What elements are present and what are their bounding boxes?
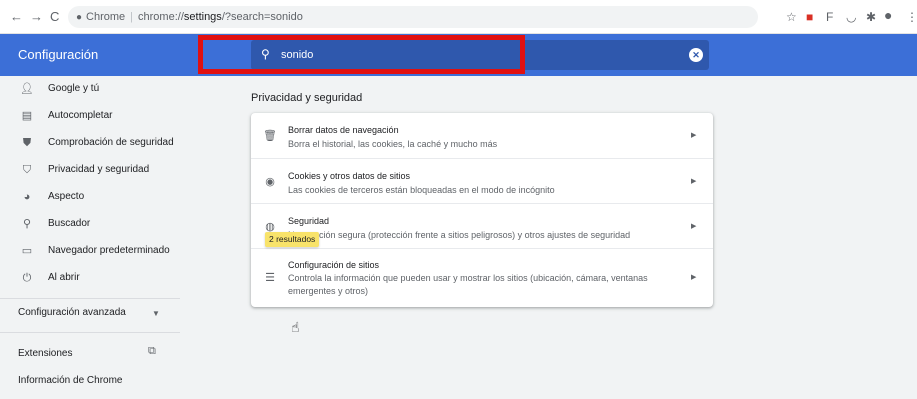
arrow-right-icon[interactable]: ▶	[691, 131, 696, 139]
row-clear-browsing-data[interactable]: 🗑︎ Borrar datos de navegación Borra el h…	[251, 113, 713, 158]
sidebar-divider	[0, 332, 180, 333]
sidebar-item-on-startup[interactable]: ⏻ Al abrir	[0, 267, 180, 291]
sidebar-item-appearance[interactable]: ◕ Aspecto	[0, 186, 180, 210]
hand-cursor-icon: ☝︎	[291, 319, 300, 335]
secure-label: Chrome	[86, 11, 126, 23]
open-in-new-icon[interactable]: ⧉	[148, 345, 156, 358]
sidebar-item-search-engine[interactable]: ⚲ Buscador	[0, 213, 180, 237]
extension-pocket-icon[interactable]: ◡	[846, 9, 856, 25]
profile-avatar-icon[interactable]: ●	[884, 7, 892, 23]
row-title: Borrar datos de navegación	[288, 125, 399, 135]
bookmark-star-icon[interactable]: ☆	[786, 9, 797, 25]
row-desc: Las cookies de terceros están bloqueadas…	[288, 185, 555, 195]
sidebar-item-autofill[interactable]: ▤ Autocompletar	[0, 105, 180, 129]
row-site-settings[interactable]: ☰ Configuración de sitios Controla la in…	[251, 248, 713, 307]
menu-kebab-icon[interactable]: ⋮	[906, 9, 917, 25]
url-host: settings	[183, 11, 222, 23]
results-badge: 2 resultados	[265, 232, 320, 247]
clear-search-icon[interactable]: ✕	[689, 48, 703, 62]
url-rest: /?search=sonido	[221, 11, 303, 23]
sidebar-extensions-link[interactable]: Extensiones	[18, 347, 72, 361]
sidebar-item-google[interactable]: 👤︎ Google y tú	[0, 78, 180, 102]
sidebar-item-label: Navegador predeterminado	[48, 245, 170, 256]
sidebar-item-privacy[interactable]: ⛉ Privacidad y seguridad	[0, 159, 180, 183]
clipboard-icon: ▤	[21, 110, 33, 122]
shield-check-icon: ⛊	[22, 137, 32, 149]
sidebar-item-label: Buscador	[48, 218, 91, 229]
power-icon: ⏻	[22, 272, 32, 284]
sidebar-item-label: Al abrir	[48, 272, 80, 283]
forward-icon[interactable]: →	[30, 9, 43, 25]
row-desc: Controla la información que pueden usar …	[288, 273, 648, 296]
chrome-logo-icon: ●	[76, 12, 83, 23]
row-title: Configuración de sitios	[288, 260, 380, 270]
row-desc: Borra el historial, las cookies, la cach…	[288, 139, 498, 149]
chevron-down-icon[interactable]: ▼	[152, 309, 160, 318]
person-icon: 👤︎	[20, 83, 34, 95]
back-icon[interactable]: ←	[10, 9, 23, 25]
sliders-icon: ☰	[265, 272, 275, 284]
browser-toolbar: ← → C ● Chrome | chrome://settings/?search=…	[0, 0, 917, 34]
sidebar-item-default-browser[interactable]: ▭ Navegador predeterminado	[0, 240, 180, 264]
sidebar-about-chrome[interactable]: Información de Chrome	[18, 374, 123, 388]
sidebar: 👤︎ Google y tú ▤ Autocompletar ⛊ Comprob…	[0, 76, 180, 399]
reload-icon[interactable]: C	[50, 9, 59, 25]
privacy-card: 🗑︎ Borrar datos de navegación Borra el h…	[251, 113, 713, 307]
url-scheme: chrome://	[138, 11, 184, 23]
row-security[interactable]: ◍ Seguridad Navegación segura (protecció…	[251, 203, 713, 248]
sidebar-item-label: Autocompletar	[48, 110, 113, 121]
extension-record-icon[interactable]: ■	[806, 9, 813, 25]
sidebar-item-label: Aspecto	[48, 191, 85, 202]
arrow-right-icon[interactable]: ▶	[691, 273, 696, 281]
sidebar-advanced-toggle[interactable]: Configuración avanzada	[18, 306, 126, 320]
shield-icon: ⛉	[22, 164, 32, 176]
section-title: Privacidad y seguridad	[251, 92, 363, 104]
url-separator: |	[130, 11, 134, 23]
sidebar-item-label: Privacidad y seguridad	[48, 164, 150, 175]
sidebar-item-safety-check[interactable]: ⛊ Comprobación de seguridad	[0, 132, 180, 156]
sidebar-divider	[0, 298, 180, 299]
address-bar[interactable]: ● Chrome | chrome://settings/?search=sonido	[68, 6, 758, 28]
trash-icon: 🗑︎	[263, 130, 277, 142]
row-desc: Navegación segura (protección frente a s…	[288, 230, 631, 240]
page-title: Configuración	[18, 47, 99, 62]
row-title: Seguridad	[288, 216, 330, 226]
extensions-puzzle-icon[interactable]: ✱	[866, 9, 876, 25]
browser-icon: ▭	[21, 245, 33, 257]
search-icon: ⚲	[22, 218, 32, 230]
sidebar-item-label: Comprobación de seguridad	[48, 137, 174, 148]
highlight-annotation	[198, 35, 525, 74]
cookie-icon: ◉	[265, 176, 275, 188]
row-cookies[interactable]: ◉ Cookies y otros datos de sitios Las co…	[251, 158, 713, 203]
row-title: Cookies y otros datos de sitios	[288, 171, 411, 181]
arrow-right-icon[interactable]: ▶	[691, 222, 696, 230]
arrow-right-icon[interactable]: ▶	[691, 177, 696, 185]
palette-icon: ◕	[23, 191, 31, 203]
extension-f-icon[interactable]: F	[826, 9, 833, 25]
sidebar-item-label: Google y tú	[48, 83, 100, 94]
